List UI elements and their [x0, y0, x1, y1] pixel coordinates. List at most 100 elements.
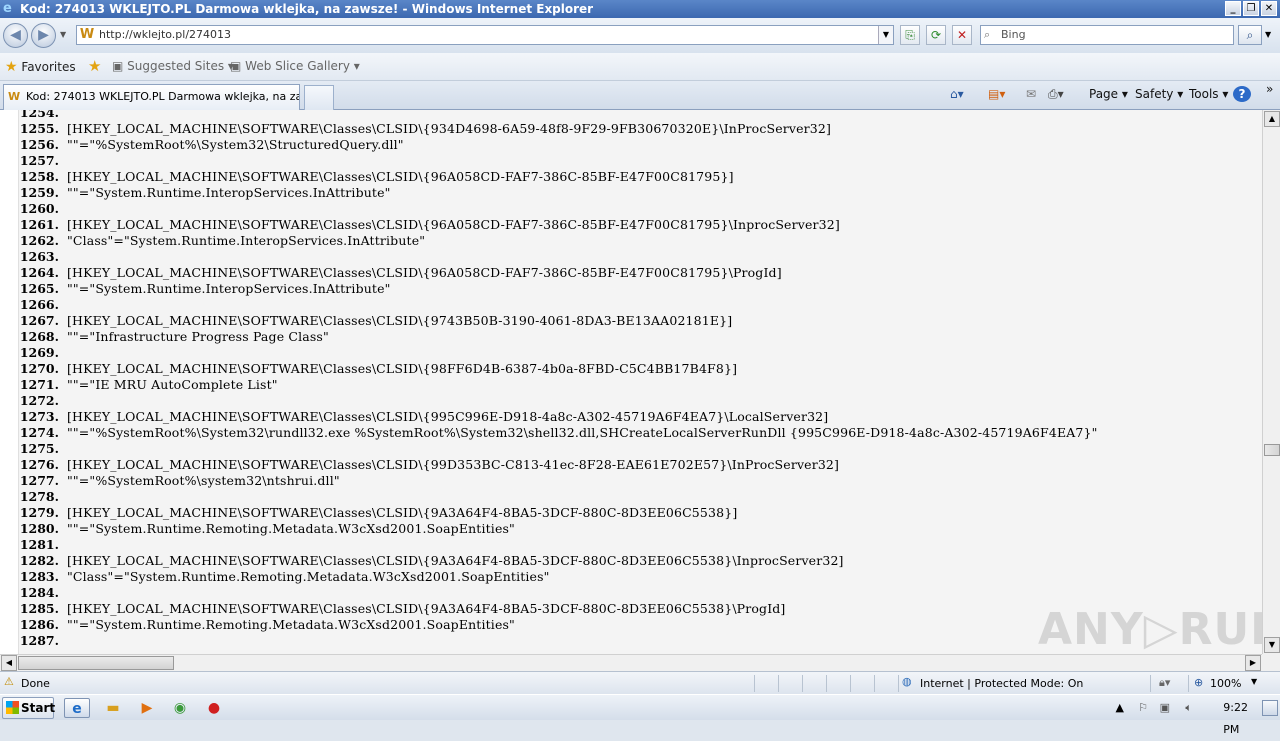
feeds-icon[interactable]: ▤▾: [988, 87, 1005, 101]
code-line: 1274. ""="%SystemRoot%\System32\rundll32.…: [19, 425, 1262, 441]
windows-logo-icon: [6, 701, 19, 714]
zoom-button[interactable]: ⊕ 100% ▼: [1188, 675, 1262, 692]
search-input[interactable]: ⌕ Bing: [980, 25, 1234, 45]
taskbar-opera-icon[interactable]: ●: [201, 698, 227, 718]
taskbar-internet-explorer-icon[interactable]: e: [64, 698, 90, 718]
line-text: [HKEY_LOCAL_MACHINE\SOFTWARE\Classes\CLS…: [67, 361, 738, 376]
vertical-scrollbar[interactable]: ▲ ▼: [1262, 110, 1280, 654]
line-number: 1264.: [19, 265, 59, 280]
search-provider-icon: ⌕: [984, 28, 991, 41]
line-number: 1277.: [19, 473, 59, 488]
code-line: 1260.: [19, 201, 1262, 217]
line-text: [HKEY_LOCAL_MACHINE\SOFTWARE\Classes\CLS…: [67, 217, 840, 232]
zoom-level: 100%: [1210, 677, 1242, 690]
close-button[interactable]: ✕: [1261, 1, 1277, 16]
security-zone[interactable]: ◍ Internet | Protected Mode: On: [898, 675, 1148, 692]
compatibility-view-button[interactable]: ⎘: [900, 25, 920, 45]
scroll-left-button[interactable]: ◀: [1, 655, 17, 671]
restore-button[interactable]: ❐: [1243, 1, 1259, 16]
tray-expand-icon[interactable]: ▲: [1116, 697, 1124, 719]
taskbar-chrome-icon[interactable]: ◉: [167, 698, 193, 718]
add-favorite-icon[interactable]: ★: [88, 57, 101, 75]
line-number: 1270.: [19, 361, 59, 376]
favorites-star-icon: ★: [5, 59, 18, 75]
horizontal-scroll-thumb[interactable]: [18, 656, 174, 670]
line-text: ""="System.Runtime.Remoting.Metadata.W3c…: [67, 521, 515, 536]
safety-menu[interactable]: Safety ▾: [1135, 87, 1183, 101]
line-number: 1272.: [19, 393, 59, 408]
protected-mode-button[interactable]: 🔒︎▾: [1150, 675, 1186, 692]
line-text: ""="Infrastructure Progress Page Class": [67, 329, 329, 344]
minimize-button[interactable]: _: [1225, 1, 1241, 16]
page-content: 1254. 1255. [HKEY_LOCAL_MACHINE\SOFTWARE\C…: [0, 110, 1262, 654]
print-icon[interactable]: ⎙▾: [1048, 87, 1064, 102]
home-icon[interactable]: ⌂▾: [950, 87, 964, 101]
line-number: 1258.: [19, 169, 59, 184]
vertical-scroll-thumb[interactable]: [1264, 444, 1280, 456]
taskbar-explorer-icon[interactable]: ▬: [100, 698, 126, 718]
scroll-down-button[interactable]: ▼: [1264, 637, 1280, 653]
line-text: ""="%SystemRoot%\system32\ntshrui.dll": [67, 473, 340, 488]
start-button[interactable]: Start: [2, 697, 55, 719]
tab-row: W Kod: 274013 WKLEJTO.PL Darmowa wklejka…: [0, 81, 1280, 110]
scroll-up-button[interactable]: ▲: [1264, 111, 1280, 127]
line-text: [HKEY_LOCAL_MACHINE\SOFTWARE\Classes\CLS…: [67, 169, 734, 184]
code-line: 1268. ""="Infrastructure Progress Page Cl…: [19, 329, 1262, 345]
code-line: 1284.: [19, 585, 1262, 601]
suggested-sites-label: Suggested Sites: [127, 59, 225, 73]
code-line: 1280. ""="System.Runtime.Remoting.Metadat…: [19, 521, 1262, 537]
read-mail-icon[interactable]: ✉: [1026, 87, 1036, 101]
stop-button[interactable]: ✕: [952, 25, 972, 45]
suggested-sites-button[interactable]: ▣ Suggested Sites ▾: [112, 59, 234, 73]
status-text: Done: [21, 677, 50, 690]
forward-button[interactable]: ▶: [31, 23, 56, 48]
horizontal-scrollbar[interactable]: ◀ ▶: [0, 654, 1262, 671]
line-number: 1287.: [19, 633, 59, 648]
search-placeholder: Bing: [1001, 28, 1026, 41]
line-number: 1284.: [19, 585, 59, 600]
line-text: "Class"="System.Runtime.Remoting.Metadat…: [67, 569, 550, 584]
volume-icon[interactable]: 🔈︎: [1185, 697, 1192, 719]
anyrun-watermark: ANY▷RUN: [1038, 604, 1280, 655]
refresh-button[interactable]: ⟳: [926, 25, 946, 45]
code-line: 1261. [HKEY_LOCAL_MACHINE\SOFTWARE\Classe…: [19, 217, 1262, 233]
toolbar-overflow-icon[interactable]: »: [1266, 82, 1273, 96]
taskbar-media-player-icon[interactable]: ▶: [134, 698, 160, 718]
help-icon[interactable]: ?: [1233, 86, 1251, 102]
tab-current[interactable]: W Kod: 274013 WKLEJTO.PL Darmowa wklejka…: [3, 84, 300, 110]
line-number: 1268.: [19, 329, 59, 344]
status-bar: ⚠ Done ◍ Internet | Protected Mode: On 🔒…: [0, 671, 1280, 694]
internet-explorer-icon: e: [3, 1, 12, 16]
address-dropdown[interactable]: ▼: [878, 26, 893, 44]
recent-pages-dropdown[interactable]: ▼: [60, 30, 66, 39]
code-line: 1279. [HKEY_LOCAL_MACHINE\SOFTWARE\Classe…: [19, 505, 1262, 521]
line-number: 1271.: [19, 377, 59, 392]
clock[interactable]: 9:22 PM: [1223, 697, 1248, 741]
back-button[interactable]: ◀: [3, 23, 28, 48]
tools-menu[interactable]: Tools ▾: [1189, 87, 1228, 101]
line-text: [HKEY_LOCAL_MACHINE\SOFTWARE\Classes\CLS…: [67, 313, 733, 328]
taskbar: Start e ▬ ▶ ◉ ● ▲ ⚐ ▣ 🔈︎ 9:22 PM: [0, 694, 1280, 736]
search-options-dropdown[interactable]: ▼: [1265, 30, 1271, 39]
scroll-right-button[interactable]: ▶: [1245, 655, 1261, 671]
page-menu[interactable]: Page ▾: [1089, 87, 1128, 101]
line-text: [HKEY_LOCAL_MACHINE\SOFTWARE\Classes\CLS…: [67, 505, 738, 520]
lock-icon: 🔒︎▾: [1159, 676, 1171, 689]
globe-icon: ◍: [902, 675, 912, 688]
address-toolbar: ◀ ▶ ▼ W http://wklejto.pl/274013 ▼ ⎘ ⟳ ✕…: [0, 18, 1280, 53]
favorites-button[interactable]: ★ Favorites: [5, 59, 76, 75]
status-segment: [802, 675, 826, 692]
address-field[interactable]: W http://wklejto.pl/274013 ▼: [76, 25, 894, 45]
zoom-icon: ⊕: [1194, 676, 1204, 689]
action-center-flag-icon[interactable]: ⚐: [1138, 697, 1148, 719]
web-slice-gallery-button[interactable]: ▣ Web Slice Gallery ▾: [230, 59, 360, 73]
scrollbar-corner: [1262, 654, 1280, 671]
line-number: 1285.: [19, 601, 59, 616]
network-icon[interactable]: ▣: [1160, 697, 1170, 719]
line-text: ""="IE MRU AutoComplete List": [67, 377, 278, 392]
line-text: [HKEY_LOCAL_MACHINE\SOFTWARE\Classes\CLS…: [67, 553, 844, 568]
new-tab-button[interactable]: [304, 85, 334, 110]
search-button[interactable]: ⌕: [1238, 25, 1262, 45]
show-desktop-button[interactable]: [1262, 700, 1278, 716]
window-controls: _ ❐ ✕: [1225, 1, 1277, 16]
